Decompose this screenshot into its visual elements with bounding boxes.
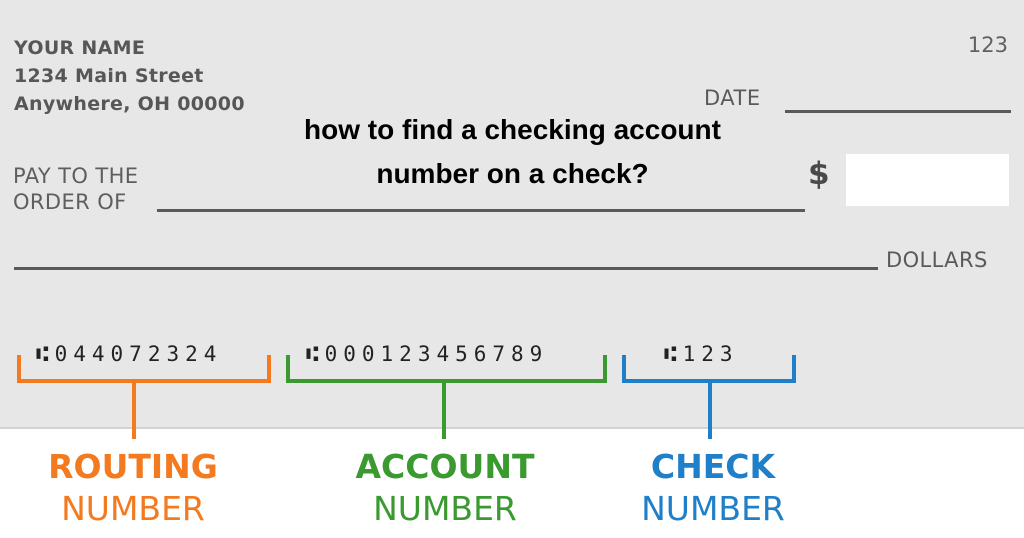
dollars-label: DOLLARS: [886, 248, 988, 272]
routing-number-label: ROUTING NUMBER: [18, 446, 248, 530]
payer-address-line1: 1234 Main Street: [14, 65, 204, 87]
overlay-title: how to find a checking account number on…: [240, 108, 785, 196]
payer-info: YOUR NAME 1234 Main Street Anywhere, OH …: [14, 34, 245, 118]
check-label-line1: CHECK: [650, 447, 776, 486]
account-label-line2: NUMBER: [373, 489, 517, 528]
amount-words-line: [14, 267, 878, 270]
pay-to-label-line1: PAY TO THE: [13, 164, 139, 188]
routing-bracket: [17, 355, 271, 383]
amount-box: [846, 154, 1009, 206]
pay-to-label: PAY TO THE ORDER OF: [13, 163, 138, 215]
payee-line: [157, 209, 805, 212]
dollar-sign: $: [808, 156, 830, 192]
date-line: [785, 110, 1011, 113]
routing-label-line2: NUMBER: [61, 489, 205, 528]
account-connector: [442, 383, 446, 439]
check-bracket: [622, 355, 796, 383]
check-number-top: 123: [967, 33, 1008, 57]
overlay-title-line2: number on a check?: [376, 158, 649, 189]
check-connector: [708, 383, 712, 439]
pay-to-label-line2: ORDER OF: [13, 190, 127, 214]
payer-address-line2: Anywhere, OH 00000: [14, 93, 245, 115]
payer-name: YOUR NAME: [14, 37, 146, 59]
routing-label-line1: ROUTING: [48, 447, 218, 486]
routing-connector: [132, 383, 136, 439]
account-number-label: ACCOUNT NUMBER: [320, 446, 570, 530]
account-label-line1: ACCOUNT: [355, 447, 535, 486]
check-label-line2: NUMBER: [641, 489, 785, 528]
overlay-title-line1: how to find a checking account: [304, 114, 721, 145]
date-label: DATE: [704, 86, 761, 110]
check-image: YOUR NAME 1234 Main Street Anywhere, OH …: [0, 0, 1024, 439]
account-bracket: [286, 355, 607, 383]
check-number-label: CHECK NUMBER: [608, 446, 818, 530]
